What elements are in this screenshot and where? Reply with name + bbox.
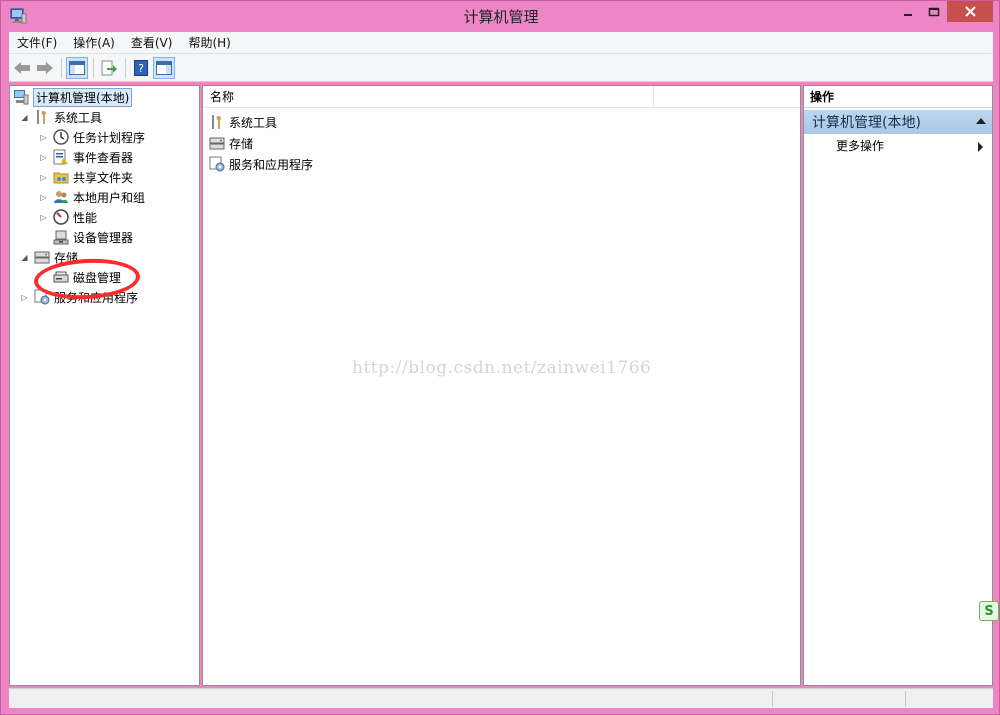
more-actions-item[interactable]: 更多操作 bbox=[836, 136, 884, 156]
back-button[interactable] bbox=[11, 57, 33, 79]
watermark-text: http://blog.csdn.net/zainwei1766 bbox=[352, 358, 652, 378]
show-hide-action-pane-button[interactable] bbox=[153, 56, 175, 79]
window-title: 计算机管理 bbox=[463, 8, 539, 26]
minimize-icon bbox=[904, 13, 912, 16]
expand-triangle-icon[interactable]: ▷ bbox=[38, 212, 49, 223]
tree-label-root: 计算机管理(本地) bbox=[33, 87, 133, 107]
title-bar[interactable]: 计算机管理 bbox=[1, 1, 1000, 32]
event-viewer-icon bbox=[53, 149, 68, 165]
tree-item-event-viewer[interactable]: ▷ 事件查看器 bbox=[38, 147, 133, 167]
list-header: 名称 bbox=[203, 86, 800, 108]
column-header-name[interactable]: 名称 bbox=[203, 86, 654, 108]
forward-arrow-icon bbox=[37, 61, 53, 74]
tree-item-root[interactable]: 计算机管理(本地) bbox=[13, 87, 133, 107]
tree-label-disk-management: 磁盘管理 bbox=[73, 270, 122, 285]
show-hide-tree-button[interactable] bbox=[66, 56, 88, 79]
list-item-label: 系统工具 bbox=[229, 115, 278, 130]
tree-label-device-manager: 设备管理器 bbox=[73, 230, 134, 245]
expand-triangle-icon[interactable]: ▷ bbox=[19, 292, 30, 303]
list-item-label: 存储 bbox=[229, 136, 254, 151]
help-button[interactable]: ? bbox=[130, 57, 152, 79]
tree-item-storage[interactable]: ◢ 存储 bbox=[19, 247, 78, 267]
tree-label-event-viewer: 事件查看器 bbox=[73, 150, 134, 165]
minimize-button[interactable] bbox=[895, 1, 921, 22]
tree-label-local-users: 本地用户和组 bbox=[73, 190, 146, 205]
clock-icon bbox=[53, 129, 69, 145]
performance-gauge-icon bbox=[53, 209, 69, 225]
tree-item-task-scheduler[interactable]: ▷ 任务计划程序 bbox=[38, 127, 145, 147]
actions-section-label: 计算机管理(本地) bbox=[812, 115, 921, 131]
tree-label-services-apps: 服务和应用程序 bbox=[54, 290, 139, 305]
sogou-input-badge-icon[interactable]: S bbox=[979, 601, 999, 621]
expand-triangle-icon[interactable]: ▷ bbox=[38, 132, 49, 143]
collapse-arrow-icon[interactable] bbox=[976, 118, 986, 124]
shared-folder-icon bbox=[53, 172, 69, 184]
tools-icon bbox=[37, 110, 47, 124]
menu-view[interactable]: 查看(V) bbox=[123, 32, 181, 54]
actions-section-computer-management[interactable]: 计算机管理(本地) bbox=[804, 110, 992, 134]
toolbar: ? bbox=[9, 54, 993, 82]
tree-item-disk-management[interactable]: 磁盘管理 bbox=[53, 267, 121, 287]
expand-triangle-icon[interactable]: ▷ bbox=[38, 172, 49, 183]
collapse-triangle-icon[interactable]: ◢ bbox=[19, 252, 30, 263]
submenu-arrow-icon bbox=[978, 142, 983, 152]
storage-icon bbox=[209, 137, 225, 150]
tree-label-task-scheduler: 任务计划程序 bbox=[73, 130, 146, 145]
export-list-button[interactable] bbox=[98, 57, 120, 79]
services-icon bbox=[34, 289, 50, 305]
list-item-label: 服务和应用程序 bbox=[229, 157, 314, 172]
export-icon bbox=[101, 60, 117, 75]
tree-item-shared-folders[interactable]: ▷ 共享文件夹 bbox=[38, 167, 133, 187]
console-tree-pane[interactable]: 计算机管理(本地) ◢ 系统工具 ▷ 任务计划程序 ▷ 事件查看器 ▷ 共享文件… bbox=[9, 85, 200, 686]
menu-bar: 文件(F) 操作(A) 查看(V) 帮助(H) bbox=[9, 32, 993, 54]
actions-header: 操作 bbox=[804, 86, 992, 108]
console-tree-icon bbox=[69, 60, 85, 75]
storage-icon bbox=[34, 251, 50, 264]
back-arrow-icon bbox=[14, 61, 30, 74]
list-item-services-apps[interactable]: 服务和应用程序 bbox=[209, 154, 313, 174]
status-divider bbox=[772, 691, 773, 707]
forward-button[interactable] bbox=[34, 57, 56, 79]
action-pane-icon bbox=[156, 60, 172, 75]
status-divider bbox=[905, 691, 906, 707]
close-button[interactable] bbox=[947, 1, 993, 22]
computer-management-window: 计算机管理 文件(F) 操作(A) 查看(V) 帮助(H) ? 计算机管理(本地… bbox=[0, 0, 1000, 715]
tree-item-device-manager[interactable]: 设备管理器 bbox=[53, 227, 133, 247]
tree-label-system-tools: 系统工具 bbox=[54, 110, 103, 125]
close-icon bbox=[964, 6, 976, 17]
status-bar bbox=[9, 688, 993, 708]
list-item-system-tools[interactable]: 系统工具 bbox=[209, 112, 277, 132]
list-item-storage[interactable]: 存储 bbox=[209, 133, 253, 153]
tree-label-storage: 存储 bbox=[54, 250, 79, 265]
help-icon: ? bbox=[134, 59, 148, 76]
toolbar-separator bbox=[61, 57, 62, 78]
toolbar-separator bbox=[93, 57, 94, 78]
users-icon bbox=[54, 191, 68, 203]
tree-label-performance: 性能 bbox=[73, 210, 98, 225]
disk-management-icon bbox=[53, 271, 69, 283]
menu-help[interactable]: 帮助(H) bbox=[180, 32, 238, 54]
menu-action[interactable]: 操作(A) bbox=[65, 32, 123, 54]
expand-triangle-icon[interactable]: ▷ bbox=[38, 192, 49, 203]
toolbar-separator bbox=[125, 57, 126, 78]
tools-icon bbox=[212, 115, 222, 129]
tree-item-local-users[interactable]: ▷ 本地用户和组 bbox=[38, 187, 145, 207]
actions-pane: 操作 计算机管理(本地) 更多操作 bbox=[803, 85, 993, 686]
tree-item-services-apps[interactable]: ▷ 服务和应用程序 bbox=[19, 287, 138, 307]
collapse-triangle-icon[interactable]: ◢ bbox=[19, 112, 30, 123]
menu-file[interactable]: 文件(F) bbox=[9, 32, 65, 54]
maximize-button[interactable] bbox=[921, 1, 947, 22]
computer-management-icon bbox=[14, 90, 29, 105]
svg-text:?: ? bbox=[138, 62, 144, 75]
expand-triangle-icon[interactable]: ▷ bbox=[38, 152, 49, 163]
tree-label-shared-folders: 共享文件夹 bbox=[73, 170, 134, 185]
services-icon bbox=[209, 156, 225, 172]
device-manager-icon bbox=[53, 230, 69, 245]
tree-item-system-tools[interactable]: ◢ 系统工具 bbox=[19, 107, 102, 127]
content-list-pane[interactable]: 名称 系统工具 存储 服务和应用程序 bbox=[202, 85, 801, 686]
maximize-icon bbox=[928, 7, 940, 16]
tree-item-performance[interactable]: ▷ 性能 bbox=[38, 207, 97, 227]
